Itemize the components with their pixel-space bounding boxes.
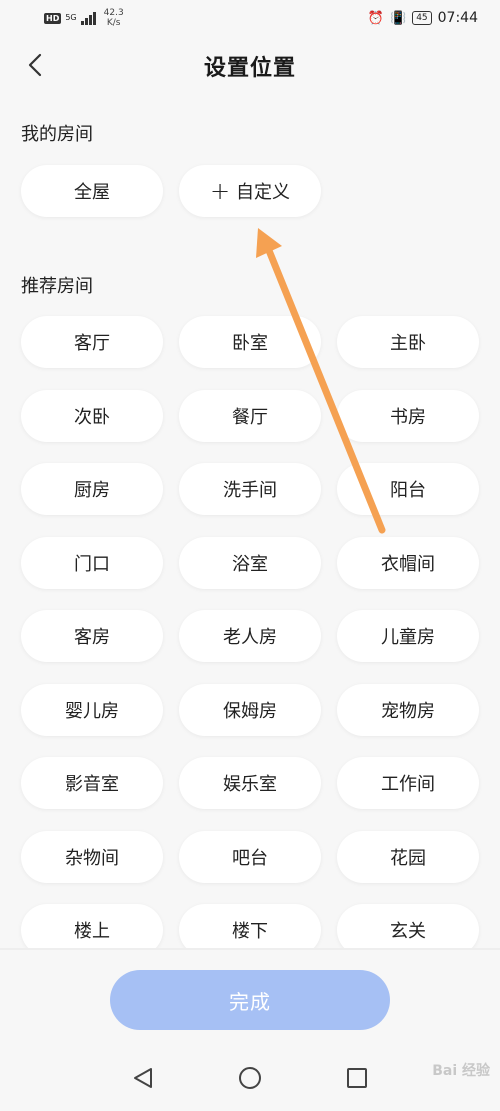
square-recents-icon [346,1068,367,1088]
room-chip-label: 保姆房 [223,700,277,722]
room-chip[interactable]: 客房 [21,610,163,662]
room-chip-label: 老人房 [223,627,277,648]
room-chip[interactable]: 次卧 [21,389,163,442]
room-chip-label: 宠物房 [381,700,435,722]
room-chip-label: 吧台 [232,847,268,869]
room-chip[interactable]: 吧台 [179,830,321,883]
room-chip[interactable]: 婴儿房 [21,683,163,736]
room-chip[interactable]: 影音室 [21,757,163,809]
recommended-rooms-title: 推荐房间 [21,276,93,297]
room-chip[interactable]: 餐厅 [179,389,321,442]
room-chip[interactable]: 保姆房 [179,683,321,736]
room-chip-label: 玄关 [390,921,426,942]
room-chip-label: 厨房 [74,480,110,501]
plus-icon: + [209,177,231,205]
room-chip[interactable]: 老人房 [179,610,321,662]
room-chip[interactable]: 工作间 [337,757,479,809]
room-chip[interactable]: 杂物间 [21,830,163,883]
triangle-back-icon [134,1068,153,1088]
nav-back-button[interactable] [123,1058,163,1098]
room-chip-label: 衣帽间 [381,553,435,575]
room-chip[interactable]: 衣帽间 [337,536,479,589]
room-chip-label: 娱乐室 [223,774,277,795]
system-nav-bar [0,1045,500,1111]
room-chip-label: 书房 [390,406,426,428]
hd-badge: HD [44,12,62,24]
vibrate-icon: 📳 [390,10,407,26]
network-speed: 42.3 K/s [103,8,124,28]
battery-icon: 45 [412,11,432,25]
room-chip[interactable]: 宠物房 [337,683,479,736]
watermark-logo: Bai 经验 [432,1063,490,1079]
room-chip-whole-house[interactable]: 全屋 [21,165,163,217]
custom-room-button[interactable]: + 自定义 [179,165,321,217]
room-chip[interactable]: 书房 [337,389,479,442]
room-chip-label: 杂物间 [65,847,119,869]
room-chip-label: 门口 [74,553,110,575]
status-bar: HD 5G 42.3 K/s ⏰ 📳 45 07:44 [0,0,500,36]
room-chip[interactable]: 洗手间 [179,463,321,515]
room-chip-label: 婴儿房 [65,700,119,722]
room-chip-label: 阳台 [390,480,426,501]
clock: 07:44 [437,10,478,26]
room-chip-label: 花园 [390,847,426,869]
room-chip[interactable]: 娱乐室 [179,757,321,809]
room-chip-label: 次卧 [74,406,110,428]
room-chip[interactable]: 主卧 [337,316,479,368]
room-chip-label: 自定义 [236,182,291,203]
room-chip[interactable]: 门口 [21,536,163,589]
room-chip-label: 全屋 [74,182,110,203]
room-chip-label: 卧室 [232,333,268,354]
room-chip-label: 影音室 [65,774,119,795]
room-chip-label: 餐厅 [232,406,268,428]
nav-recents-button[interactable] [337,1058,377,1098]
room-chip[interactable]: 花园 [337,830,479,883]
room-chip[interactable]: 厨房 [21,463,163,515]
done-button[interactable]: 完成 [110,970,390,1030]
room-chip[interactable]: 儿童房 [337,610,479,662]
room-chip[interactable]: 客厅 [21,316,163,368]
room-chip[interactable]: 阳台 [337,463,479,515]
nav-home-button[interactable] [230,1058,270,1098]
room-chip[interactable]: 卧室 [179,316,321,368]
room-chip-label: 儿童房 [381,627,435,648]
room-chip-label: 楼下 [232,921,268,942]
my-rooms-title: 我的房间 [21,124,93,145]
alarm-icon: ⏰ [367,10,384,26]
room-chip-label: 浴室 [232,553,268,575]
room-chip-label: 主卧 [390,333,426,354]
header: 设置位置 [0,40,500,90]
room-chip-label: 客房 [74,627,110,648]
room-chip-label: 楼上 [74,921,110,942]
circle-home-icon [238,1067,261,1089]
signal-icon [80,11,96,25]
network-type: 5G [65,13,77,22]
room-chip[interactable]: 浴室 [179,536,321,589]
page-title: 设置位置 [203,56,296,81]
room-chip-label: 工作间 [381,774,435,795]
room-chip-label: 洗手间 [223,480,277,501]
room-chip-label: 客厅 [74,333,110,354]
